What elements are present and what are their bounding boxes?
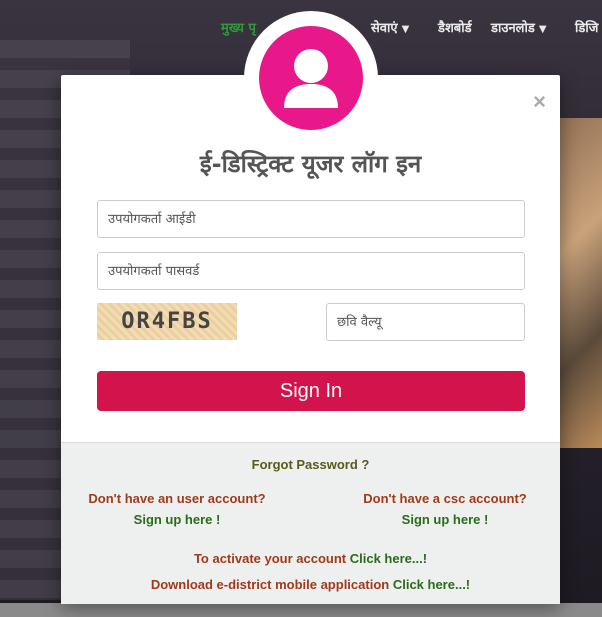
login-title: ई-डिस्ट्रिक्ट यूजर लॉग इन xyxy=(199,150,422,178)
csc-signup-link[interactable]: Sign up here ! xyxy=(357,512,533,527)
nav-item-label: सेवाएं xyxy=(371,21,398,36)
nav-item-home[interactable]: मुख्य पृ xyxy=(221,18,256,36)
chevron-down-icon: ▼ xyxy=(538,24,547,35)
download-app-row: Download e-district mobile application C… xyxy=(61,577,560,592)
user-icon xyxy=(284,49,338,108)
user-signup-link[interactable]: Sign up here ! xyxy=(87,512,267,527)
nav-item-services[interactable]: सेवाएं ▼ xyxy=(371,18,409,36)
captcha-image: OR4FBS xyxy=(97,303,237,340)
chevron-down-icon: ▼ xyxy=(401,24,410,35)
nav-item-label: डाउनलोड xyxy=(491,21,535,36)
sign-in-button[interactable]: Sign In xyxy=(97,371,525,411)
csc-account-question: Don't have a csc account? xyxy=(363,491,527,506)
download-app-text: Download e-district mobile application xyxy=(150,577,390,592)
csc-signup-block: Don't have a csc account? Sign up here ! xyxy=(357,491,533,527)
nav-item-digital[interactable]: डिजि xyxy=(575,18,598,36)
captcha-input[interactable] xyxy=(326,303,525,341)
forgot-password-link[interactable]: Forgot Password ? xyxy=(61,457,560,472)
user-account-question: Don't have an user account? xyxy=(88,491,266,506)
background-footer-strip xyxy=(0,603,602,617)
activate-account-row: To activate your account Click here...! xyxy=(61,551,560,566)
login-modal: × ई-डिस्ट्रिक्ट यूजर लॉग इन OR4FBS Sign … xyxy=(61,11,560,604)
nav-item-download[interactable]: डाउनलोड ▼ xyxy=(491,18,547,36)
download-app-link[interactable]: Click here...! xyxy=(393,577,470,592)
activate-account-text: To activate your account xyxy=(193,551,347,566)
user-signup-block: Don't have an user account? Sign up here… xyxy=(87,491,267,527)
avatar xyxy=(259,26,363,130)
username-input[interactable] xyxy=(97,200,525,238)
activate-account-link[interactable]: Click here...! xyxy=(350,551,427,566)
modal-footer: Forgot Password ? Don't have an user acc… xyxy=(61,442,560,604)
nav-item-dashboard[interactable]: डैशबोर्ड xyxy=(438,18,472,36)
close-icon[interactable]: × xyxy=(533,91,546,113)
avatar-ring xyxy=(244,11,378,145)
password-input[interactable] xyxy=(97,252,525,290)
